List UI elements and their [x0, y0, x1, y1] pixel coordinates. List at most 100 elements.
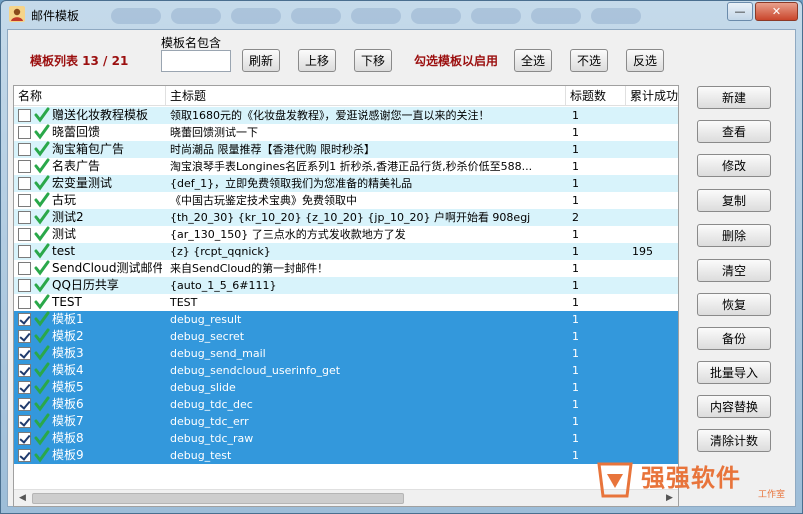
table-row[interactable]: test {z} {rcpt_qqnick} 1 195: [14, 243, 678, 260]
enabled-check-icon: [34, 243, 50, 259]
row-name-label: TEST: [52, 295, 82, 309]
row-checkbox[interactable]: [18, 160, 31, 173]
refresh-button[interactable]: 刷新: [242, 49, 280, 72]
scroll-left-icon[interactable]: ◀: [15, 491, 30, 506]
table-row[interactable]: 模板9 debug_test 1: [14, 447, 678, 464]
new-button[interactable]: 新建: [697, 86, 771, 109]
enabled-check-icon: [34, 345, 50, 361]
row-checkbox[interactable]: [18, 313, 31, 326]
row-subject-cell: 来自SendCloud的第一封邮件！: [170, 262, 329, 275]
column-header-subject[interactable]: 主标题: [166, 86, 566, 106]
row-checkbox[interactable]: [18, 109, 31, 122]
delete-button[interactable]: 删除: [697, 224, 771, 247]
select-none-button[interactable]: 不选: [570, 49, 608, 72]
row-total-cell: [626, 396, 678, 413]
view-button[interactable]: 查看: [697, 120, 771, 143]
close-button[interactable]: ✕: [755, 2, 798, 21]
row-count-cell: 1: [572, 347, 579, 360]
row-checkbox[interactable]: [18, 415, 31, 428]
table-row[interactable]: 宏变量测试 {def_1}，立即免费领取我们为您准备的精美礼品 1: [14, 175, 678, 192]
enabled-check-icon: [34, 413, 50, 429]
table-row[interactable]: 模板7 debug_tdc_err 1: [14, 413, 678, 430]
row-checkbox[interactable]: [18, 211, 31, 224]
table-row[interactable]: 模板2 debug_secret 1: [14, 328, 678, 345]
row-checkbox[interactable]: [18, 143, 31, 156]
row-count-cell: 1: [572, 126, 579, 139]
row-checkbox[interactable]: [18, 296, 31, 309]
table-row[interactable]: 模板1 debug_result 1: [14, 311, 678, 328]
replace-content-button[interactable]: 内容替换: [697, 395, 771, 418]
row-checkbox[interactable]: [18, 126, 31, 139]
copy-button[interactable]: 复制: [697, 189, 771, 212]
table-row[interactable]: 赠送化妆教程模板 领取1680元的《化妆盘发教程》，爱逛说感谢您一直以来的关注！ 1: [14, 107, 678, 124]
watermark-text: 强强软件: [641, 464, 741, 492]
move-down-button[interactable]: 下移: [354, 49, 392, 72]
table-row[interactable]: 模板5 debug_slide 1: [14, 379, 678, 396]
minimize-button[interactable]: —: [727, 2, 753, 21]
row-total-cell: [626, 107, 678, 124]
template-list[interactable]: 名称 主标题 标题数 累计成功 赠送化妆教程模板 领取1680元的《化妆盘发教程》…: [13, 85, 679, 507]
table-row[interactable]: 模板8 debug_tdc_raw 1: [14, 430, 678, 447]
row-checkbox[interactable]: [18, 245, 31, 258]
table-row[interactable]: 测试2 {th_20_30} {kr_10_20} {z_10_20} {jp_1…: [14, 209, 678, 226]
row-checkbox[interactable]: [18, 194, 31, 207]
row-checkbox[interactable]: [18, 279, 31, 292]
table-row[interactable]: 模板3 debug_send_mail 1: [14, 345, 678, 362]
column-header-total[interactable]: 累计成功: [626, 86, 678, 106]
watermark-logo: 强强软件 工作室: [589, 458, 789, 502]
enabled-check-icon: [34, 328, 50, 344]
horizontal-scrollbar[interactable]: ◀ ▶: [14, 489, 678, 506]
move-up-button[interactable]: 上移: [298, 49, 336, 72]
restore-button[interactable]: 恢复: [697, 293, 771, 316]
column-header-count[interactable]: 标题数: [566, 86, 626, 106]
batch-import-button[interactable]: 批量导入: [697, 361, 771, 384]
invert-selection-button[interactable]: 反选: [626, 49, 664, 72]
row-checkbox[interactable]: [18, 364, 31, 377]
row-total-cell: [626, 430, 678, 447]
row-checkbox[interactable]: [18, 177, 31, 190]
scroll-thumb[interactable]: [32, 493, 404, 504]
clear-button[interactable]: 清空: [697, 259, 771, 282]
row-checkbox[interactable]: [18, 381, 31, 394]
table-row[interactable]: 淘宝箱包广告 时尚潮品 限量推荐【香港代购 限时秒杀】 1: [14, 141, 678, 158]
row-checkbox[interactable]: [18, 432, 31, 445]
row-name-label: 模板5: [52, 380, 84, 394]
edit-button[interactable]: 修改: [697, 154, 771, 177]
title-bar[interactable]: 邮件模板 — ✕: [1, 1, 802, 29]
row-subject-cell: debug_tdc_err: [170, 415, 249, 428]
row-count-cell: 1: [572, 228, 579, 241]
enabled-check-icon: [34, 362, 50, 378]
enabled-check-icon: [34, 447, 50, 463]
backup-button[interactable]: 备份: [697, 327, 771, 350]
table-row[interactable]: QQ日历共享 {auto_1_5_6#111} 1: [14, 277, 678, 294]
row-name-label: 淘宝箱包广告: [52, 142, 125, 156]
clear-count-button[interactable]: 清除计数: [697, 429, 771, 452]
row-total-cell: [626, 141, 678, 158]
table-row[interactable]: 测试 {ar_130_150} 了三点水的方式发收款地方了发 1: [14, 226, 678, 243]
table-row[interactable]: 古玩 《中国古玩鉴定技术宝典》免费领取中 1: [14, 192, 678, 209]
row-subject-cell: debug_send_mail: [170, 347, 266, 360]
table-row[interactable]: 晓蕾回馈 晓蕾回馈测试一下 1: [14, 124, 678, 141]
row-checkbox[interactable]: [18, 262, 31, 275]
enabled-check-icon: [34, 430, 50, 446]
table-row[interactable]: SendCloud测试邮件 来自SendCloud的第一封邮件！ 1: [14, 260, 678, 277]
row-name-label: 测试: [52, 227, 77, 241]
row-subject-cell: 时尚潮品 限量推荐【香港代购 限时秒杀】: [170, 143, 375, 156]
filter-input[interactable]: [161, 50, 231, 72]
row-checkbox[interactable]: [18, 398, 31, 411]
row-checkbox[interactable]: [18, 330, 31, 343]
row-checkbox[interactable]: [18, 347, 31, 360]
table-row[interactable]: 模板6 debug_tdc_dec 1: [14, 396, 678, 413]
watermark-emblem-icon: [597, 462, 633, 498]
list-header: 名称 主标题 标题数 累计成功: [14, 86, 678, 106]
table-row[interactable]: 模板4 debug_sendcloud_userinfo_get 1: [14, 362, 678, 379]
table-row[interactable]: TEST TEST 1: [14, 294, 678, 311]
row-name-label: 模板1: [52, 312, 84, 326]
column-header-name[interactable]: 名称: [14, 86, 166, 106]
row-checkbox[interactable]: [18, 449, 31, 462]
row-count-cell: 1: [572, 415, 579, 428]
select-all-button[interactable]: 全选: [514, 49, 552, 72]
row-count-cell: 1: [572, 313, 579, 326]
row-checkbox[interactable]: [18, 228, 31, 241]
table-row[interactable]: 名表广告 淘宝浪琴手表Longines名匠系列1 折秒杀,香港正品行货,秒杀价低至…: [14, 158, 678, 175]
